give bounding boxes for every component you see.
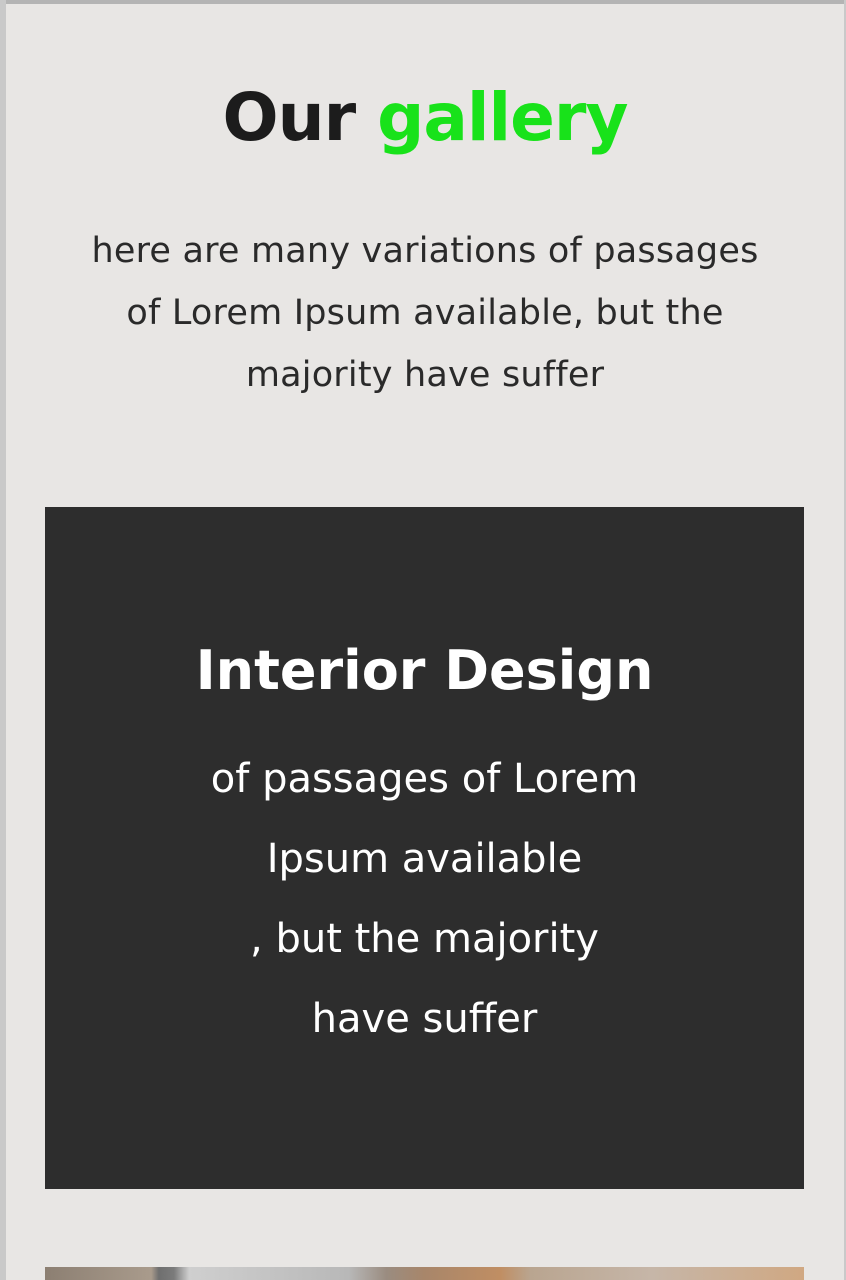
gallery-intro-line: majority have suffer	[245, 355, 605, 395]
card-body-line: Ipsum available	[266, 836, 583, 882]
gallery-heading: Our gallery	[6, 79, 844, 156]
gallery-intro: here are many variations of passages of …	[6, 220, 844, 406]
card-body-line: have suffer	[311, 996, 538, 1042]
gallery-section: Our gallery here are many variations of …	[6, 0, 844, 1280]
interior-design-card[interactable]: Interior Design of passages of Lorem Ips…	[45, 507, 804, 1189]
gallery-heading-accent: gallery	[377, 79, 628, 156]
gallery-photo[interactable]	[45, 1267, 804, 1280]
gallery-intro-line: here are many variations of passages	[91, 231, 759, 271]
card-body-line: , but the majority	[250, 916, 599, 962]
gallery-intro-line: of Lorem Ipsum available, but the	[126, 293, 724, 333]
card-body-line: of passages of Lorem	[210, 756, 639, 802]
gallery-heading-part1: Our	[222, 79, 356, 156]
card-title: Interior Design	[195, 639, 654, 702]
card-body: of passages of Lorem Ipsum available , b…	[45, 739, 804, 1059]
